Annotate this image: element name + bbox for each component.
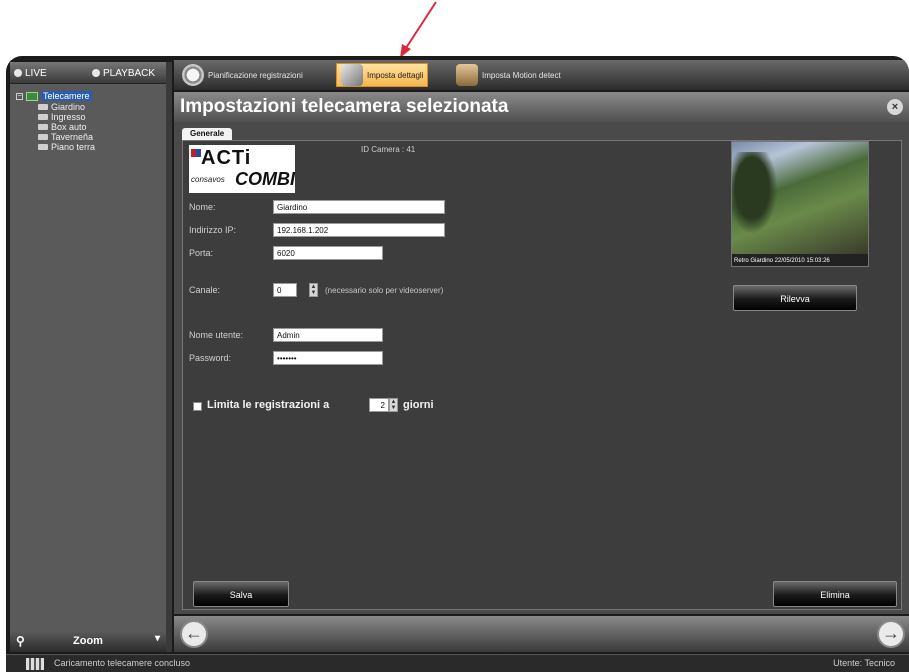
main-panel: Impostazioni telecamera selezionata × Ge…: [174, 92, 909, 614]
top-toolbar: Pianificazione registrazioni Imposta det…: [174, 60, 909, 90]
save-button[interactable]: Salva: [193, 581, 289, 607]
name-input[interactable]: Giardino: [273, 200, 445, 214]
live-button[interactable]: LIVE: [14, 65, 47, 81]
tree-item[interactable]: Piano terra: [16, 142, 164, 152]
toolbar-details-label: Imposta dettagli: [367, 70, 424, 80]
refresh-button[interactable]: Rilevva: [733, 285, 857, 311]
channel-hint: (necessario solo per videoserver): [325, 286, 444, 295]
limit-days-input[interactable]: 2: [369, 398, 389, 412]
grid-icon: [26, 658, 44, 670]
folder-icon: [26, 91, 38, 101]
playback-button[interactable]: PLAYBACK: [92, 65, 155, 81]
panel-splitter[interactable]: [166, 62, 172, 652]
chevron-down-icon[interactable]: ▾: [155, 633, 160, 644]
gear-icon: [14, 69, 22, 77]
port-label: Porta:: [189, 248, 214, 258]
zoom-label: Zoom: [73, 635, 103, 647]
toolbar-schedule[interactable]: Pianificazione registrazioni: [178, 63, 307, 87]
ip-label: Indirizzo IP:: [189, 225, 237, 235]
tree-item-label: Ingresso: [51, 112, 86, 122]
channel-input[interactable]: 0: [273, 283, 297, 297]
arrow-right-icon[interactable]: →: [877, 620, 905, 648]
status-user: Utente: Tecnico: [833, 658, 895, 668]
person-icon: [456, 64, 478, 86]
status-message: Caricamento telecamere concluso: [54, 658, 191, 668]
app-window: LIVE PLAYBACK − Telecamere Giardino Ingr…: [6, 56, 909, 672]
username-input[interactable]: Admin: [273, 328, 383, 342]
limit-checkbox[interactable]: [193, 402, 202, 411]
logo-sub: consavos: [191, 175, 225, 184]
camera-icon: [38, 124, 48, 130]
port-input[interactable]: 6020: [273, 246, 383, 260]
tree-item-label: Giardino: [51, 102, 86, 112]
logo-product: COMBI: [235, 169, 295, 189]
channel-label: Canale:: [189, 285, 221, 295]
annotation-arrow: [400, 1, 437, 58]
magnifier-icon: ⚲: [16, 634, 25, 648]
camera-id: ID Camera : 41: [361, 145, 416, 154]
limit-days-stepper[interactable]: ▲ ▼: [389, 398, 398, 412]
username-label: Nome utente:: [189, 330, 244, 340]
clock-icon: [182, 64, 204, 86]
tree-root[interactable]: − Telecamere: [16, 90, 164, 102]
left-panel: LIVE PLAYBACK − Telecamere Giardino Ingr…: [10, 62, 166, 652]
logo-mark-icon: [191, 149, 201, 157]
tree-item[interactable]: Taverneña: [16, 132, 164, 142]
arrow-left-icon[interactable]: ←: [180, 620, 208, 648]
ip-input[interactable]: 192.168.1.202: [273, 223, 445, 237]
camera-icon: [38, 144, 48, 150]
tree-item-label: Box auto: [51, 122, 87, 132]
preview-caption: Retro Giardino 22/05/2010 15:03:26: [734, 258, 830, 264]
tree-item-label: Taverneña: [51, 132, 94, 142]
live-label: LIVE: [25, 67, 47, 79]
collapse-icon[interactable]: −: [16, 92, 23, 100]
close-icon[interactable]: ×: [887, 99, 903, 115]
status-bar: Caricamento telecamere concluso Utente: …: [6, 654, 909, 672]
toolbar-schedule-label: Pianificazione registrazioni: [208, 70, 303, 80]
tree-item[interactable]: Ingresso: [16, 112, 164, 122]
camera-icon: [38, 104, 48, 110]
preview-tree: [732, 152, 782, 242]
limit-label: Limita le registrazioni a: [207, 399, 330, 411]
tree-root-label: Telecamere: [41, 91, 92, 101]
panel-title-text: Impostazioni telecamera selezionata: [180, 96, 509, 117]
tree-item-label: Piano terra: [51, 142, 96, 152]
panel-title: Impostazioni telecamera selezionata: [174, 92, 909, 122]
navigation-bar: ← →: [174, 616, 909, 652]
toolbar-motion-label: Imposta Motion detect: [482, 70, 561, 80]
password-label: Password:: [189, 353, 232, 363]
channel-stepper[interactable]: ▲ ▼: [309, 283, 318, 297]
playback-label: PLAYBACK: [103, 67, 156, 79]
record-icon: [92, 69, 100, 77]
password-input[interactable]: •••••••: [273, 351, 383, 365]
camera-icon: [38, 114, 48, 120]
tree-item[interactable]: Giardino: [16, 102, 164, 112]
camera-icon: [38, 134, 48, 140]
camera-tree: − Telecamere Giardino Ingresso Box auto …: [16, 90, 164, 152]
tab-content: ACTi consavos COMBI ID Camera : 41 Nome:…: [182, 140, 902, 610]
mode-bar: LIVE PLAYBACK: [10, 62, 166, 84]
delete-button[interactable]: Elimina: [773, 581, 897, 607]
brand-logo: ACTi consavos COMBI: [189, 145, 295, 193]
logo-brand: ACTi: [201, 147, 252, 169]
tab-generale[interactable]: Generale: [182, 128, 233, 140]
limit-suffix: giorni: [403, 399, 434, 411]
tree-item[interactable]: Box auto: [16, 122, 164, 132]
camera-preview: Retro Giardino 22/05/2010 15:03:26: [731, 141, 869, 267]
name-label: Nome:: [189, 202, 216, 212]
toolbar-motion[interactable]: Imposta Motion detect: [452, 63, 565, 87]
zoom-bar[interactable]: ⚲ Zoom ▾: [10, 630, 166, 652]
toolbar-details[interactable]: Imposta dettagli: [336, 63, 429, 87]
camera-icon: [341, 64, 363, 86]
